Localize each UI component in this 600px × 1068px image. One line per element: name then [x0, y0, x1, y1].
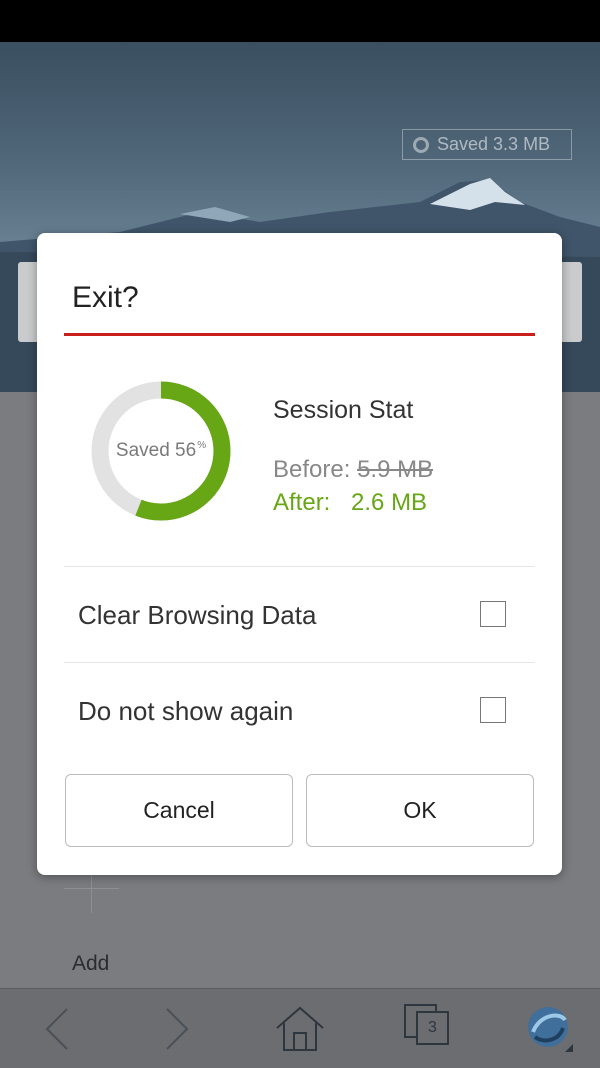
donut-saved-text: Saved 56	[115, 440, 197, 461]
cancel-button[interactable]: Cancel	[65, 774, 293, 847]
back-icon	[45, 1007, 68, 1050]
after-label: After:	[273, 489, 331, 516]
clear-browsing-data-row[interactable]: Clear Browsing Data	[64, 567, 535, 662]
after-value: 2.6 MB	[351, 489, 428, 516]
ok-button[interactable]: OK	[306, 774, 534, 847]
title-divider	[64, 333, 535, 336]
back-button[interactable]	[28, 989, 88, 1068]
menu-button[interactable]	[520, 989, 580, 1068]
forward-icon	[166, 1007, 189, 1050]
donut-percent-sign: %	[197, 439, 207, 451]
clear-browsing-data-checkbox[interactable]	[480, 601, 506, 627]
forward-button[interactable]	[146, 989, 206, 1068]
saved-data-chip[interactable]: Saved 3.3 MB	[402, 129, 572, 160]
saved-chip-label: Saved 3.3 MB	[437, 134, 551, 154]
status-bar	[0, 0, 600, 42]
session-stat-title: Session Stat	[273, 396, 414, 424]
savings-donut-chart: Saved 56%	[89, 379, 233, 523]
before-label: Before:	[273, 456, 351, 483]
before-stat: Before: 5.9 MB	[273, 456, 433, 484]
add-label[interactable]: Add	[72, 952, 109, 976]
dialog-title: Exit?	[72, 281, 139, 314]
bottom-toolbar	[0, 988, 600, 1068]
do-not-show-again-row[interactable]: Do not show again	[64, 663, 535, 758]
tab-count: 3	[428, 1019, 437, 1036]
after-stat: After: 2.6 MB	[273, 489, 427, 517]
before-value: 5.9 MB	[357, 456, 434, 483]
exit-dialog: Exit? Saved 56% Session Stat Before: 5.9…	[37, 233, 562, 875]
do-not-show-again-checkbox[interactable]	[480, 697, 506, 723]
spinner-icon	[413, 136, 429, 153]
tabs-button[interactable]: 3	[416, 1011, 449, 1045]
home-button[interactable]	[268, 989, 332, 1068]
add-plus-icon[interactable]	[62, 868, 122, 918]
donut-label: Saved 56%	[89, 379, 233, 523]
do-not-show-again-label: Do not show again	[78, 696, 294, 726]
home-icon	[276, 1006, 324, 1051]
menu-globe-icon	[528, 1006, 573, 1052]
clear-browsing-data-label: Clear Browsing Data	[78, 600, 317, 630]
